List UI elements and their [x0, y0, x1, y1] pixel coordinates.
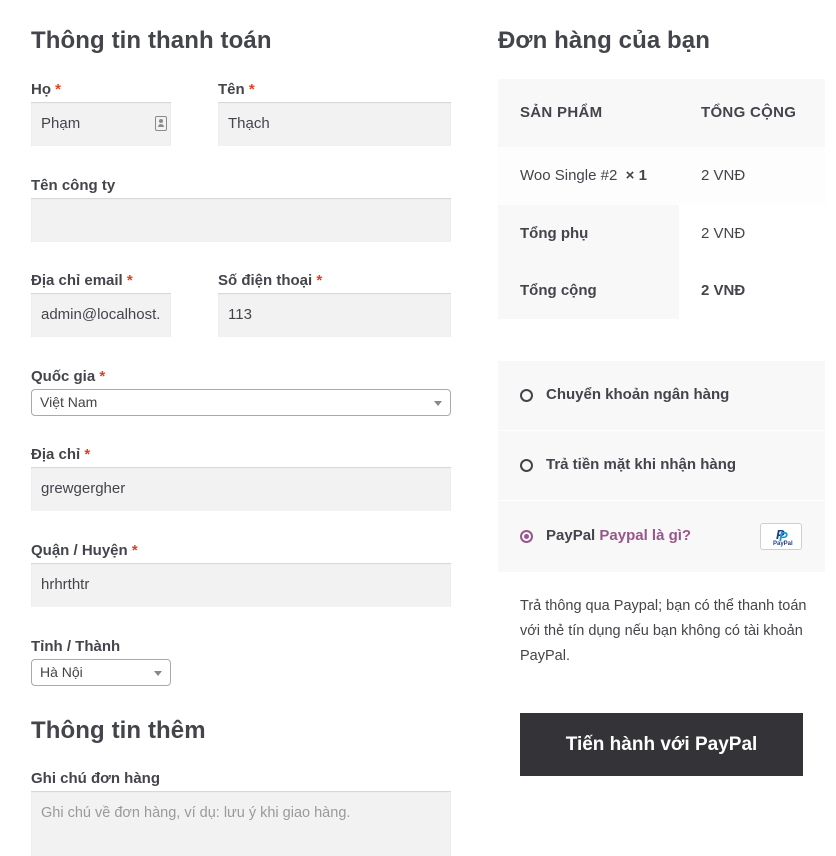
notes-placeholder: Ghi chú về đơn hàng, ví dụ: lưu ý khi gi… — [41, 805, 351, 821]
country-value: Việt Nam — [40, 394, 98, 410]
contact-card-icon[interactable] — [155, 116, 167, 131]
required-mark: * — [131, 542, 138, 559]
chevron-down-icon — [154, 671, 162, 676]
total-value: 2 VNĐ — [701, 282, 746, 299]
paypal-info-link[interactable]: Paypal là gì? — [599, 527, 691, 544]
district-label: Quận / Huyện * — [31, 542, 138, 559]
address-label: Địa chỉ * — [31, 446, 91, 463]
item-quantity: × 1 — [625, 167, 647, 184]
required-mark: * — [55, 81, 62, 98]
billing-heading: Thông tin thanh toán — [31, 27, 272, 54]
phone-input[interactable]: 113 — [218, 293, 451, 337]
divider — [498, 500, 825, 501]
province-label: Tỉnh / Thành — [31, 638, 121, 655]
paypal-logo-icon: P P PayPal — [760, 523, 802, 550]
payment-radio-paypal[interactable] — [520, 530, 533, 543]
phone-label: Số điện thoại * — [218, 272, 323, 289]
chevron-down-icon — [434, 401, 442, 406]
payment-label-paypal[interactable]: PayPal Paypal là gì? — [546, 527, 691, 544]
first-name-label: Tên * — [218, 81, 255, 98]
payment-radio-cod[interactable] — [520, 459, 533, 472]
company-label: Tên công ty — [31, 177, 116, 194]
item-name: Woo Single #2 × 1 — [520, 167, 647, 184]
additional-heading: Thông tin thêm — [31, 717, 206, 744]
first-name-input[interactable]: Thạch — [218, 102, 451, 146]
required-mark: * — [248, 81, 255, 98]
subtotal-label: Tổng phụ — [520, 225, 589, 242]
last-name-input[interactable]: Phạm — [31, 102, 171, 146]
table-row: Woo Single #2 × 1 2 VNĐ — [498, 147, 825, 205]
notes-textarea[interactable]: Ghi chú về đơn hàng, ví dụ: lưu ý khi gi… — [31, 791, 451, 856]
first-name-value: Thạch — [228, 115, 270, 132]
province-select[interactable]: Hà Nội — [31, 659, 171, 686]
required-mark: * — [99, 368, 106, 385]
payment-label-cod[interactable]: Trả tiền mặt khi nhận hàng — [546, 456, 736, 473]
payment-radio-bank[interactable] — [520, 389, 533, 402]
col-product-header: SẢN PHẨM — [520, 104, 603, 121]
last-name-value: Phạm — [41, 115, 81, 132]
phone-value: 113 — [228, 306, 252, 323]
divider — [498, 430, 825, 431]
district-value: hrhrthtr — [41, 576, 90, 593]
item-total: 2 VNĐ — [701, 167, 746, 184]
order-heading: Đơn hàng của bạn — [498, 27, 711, 54]
country-label: Quốc gia * — [31, 368, 106, 385]
order-totals-labels: Tổng phụ Tổng cộng — [498, 205, 679, 319]
address-input[interactable]: grewgergher — [31, 467, 451, 511]
order-totals-values: 2 VNĐ 2 VNĐ — [679, 205, 825, 319]
company-input[interactable] — [31, 198, 451, 242]
order-table-header: SẢN PHẨM TỔNG CỘNG — [498, 79, 825, 147]
total-label: Tổng cộng — [520, 282, 597, 299]
col-total-header: TỔNG CỘNG — [701, 104, 797, 121]
address-value: grewgergher — [41, 480, 126, 497]
required-mark: * — [84, 446, 91, 463]
last-name-label: Họ * — [31, 81, 62, 98]
required-mark: * — [316, 272, 323, 289]
country-select[interactable]: Việt Nam — [31, 389, 451, 416]
subtotal-value: 2 VNĐ — [701, 225, 746, 242]
province-value: Hà Nội — [40, 664, 83, 680]
notes-label: Ghi chú đơn hàng — [31, 770, 160, 787]
email-value: admin@localhost. — [41, 306, 161, 323]
payment-label-bank[interactable]: Chuyển khoản ngân hàng — [546, 386, 729, 403]
paypal-logo-text: PayPal — [773, 541, 793, 547]
email-input[interactable]: admin@localhost. — [31, 293, 171, 337]
district-input[interactable]: hrhrthtr — [31, 563, 451, 607]
required-mark: * — [126, 272, 133, 289]
paypal-description: Trả thông qua Paypal; bạn có thể thanh t… — [520, 598, 807, 664]
paypal-submit-button[interactable]: Tiến hành với PayPal — [520, 713, 803, 776]
email-label: Địa chỉ email * — [31, 272, 133, 289]
